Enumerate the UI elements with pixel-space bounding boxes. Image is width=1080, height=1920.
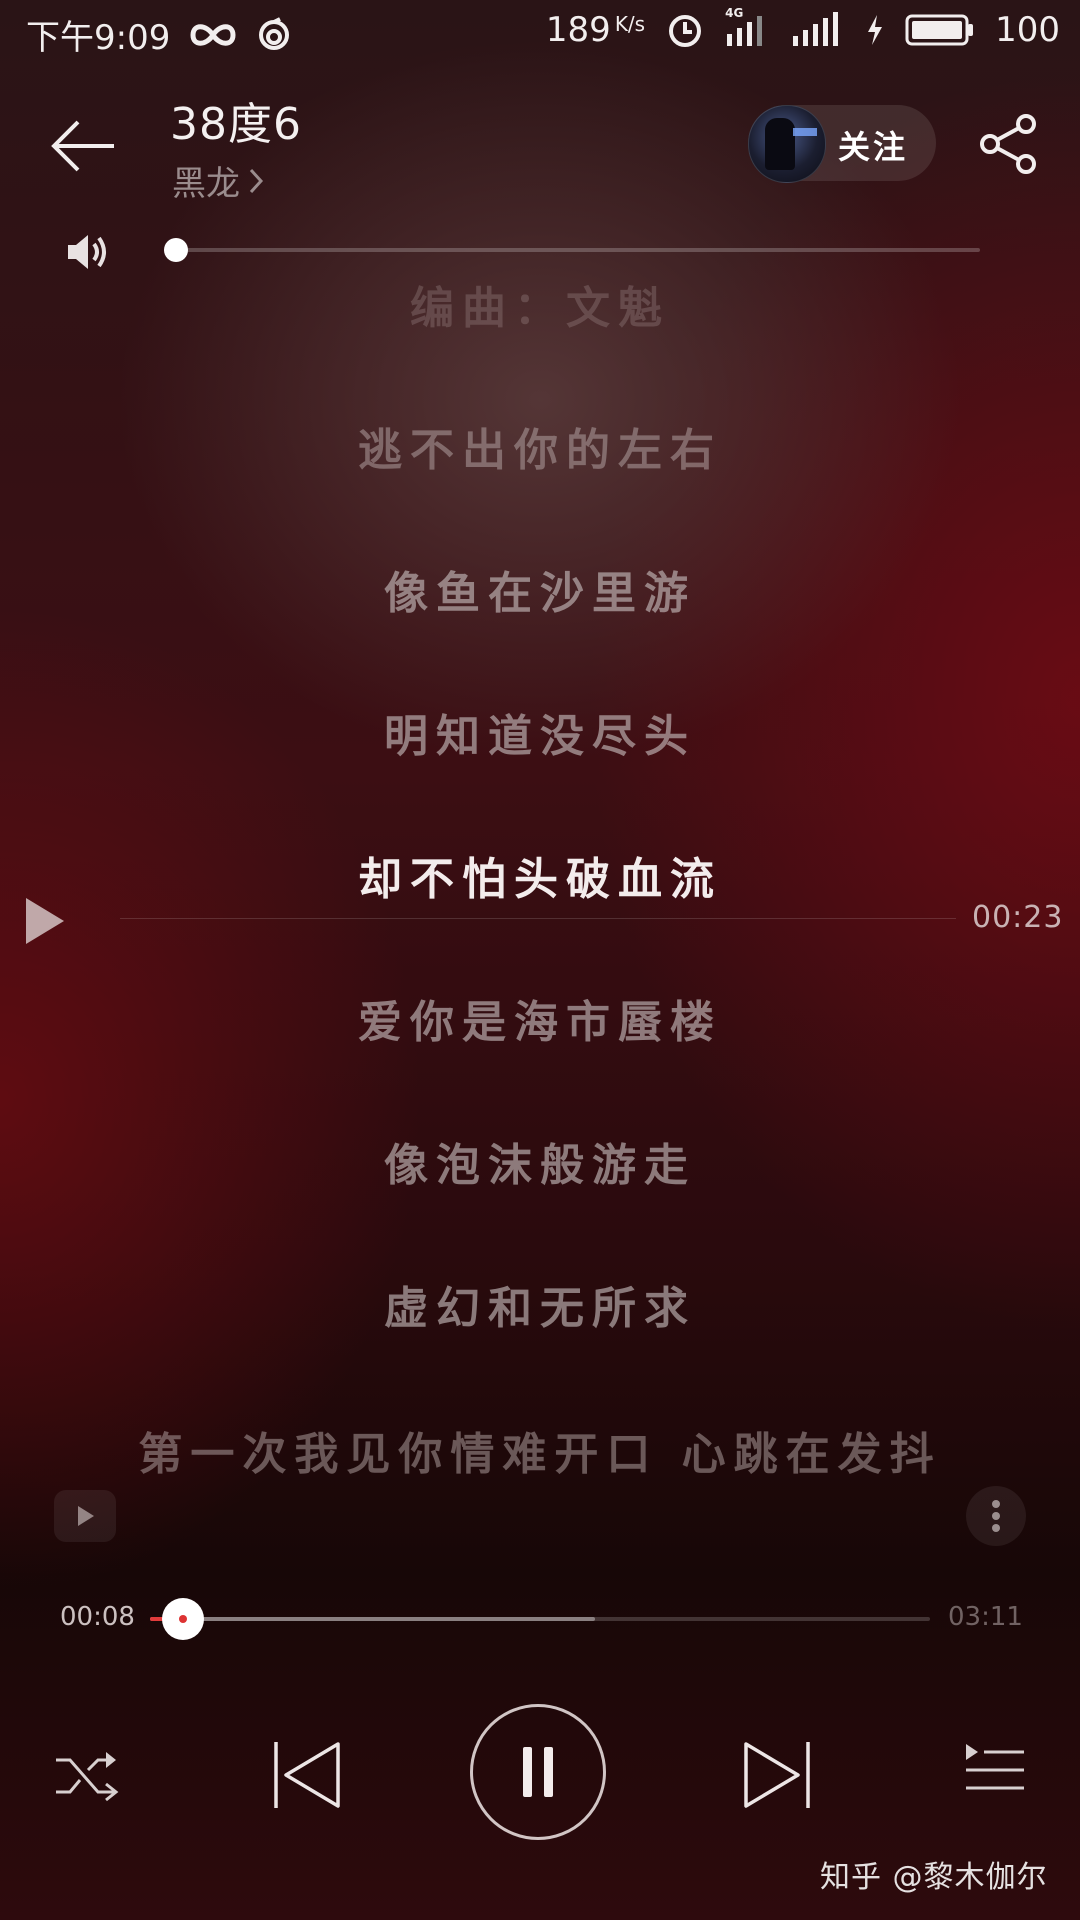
follow-label[interactable]: 关注 <box>838 122 908 168</box>
lyric-line-current: 却不怕头破血流 <box>358 854 722 905</box>
lyric-line: 爱你是海市蜃楼 <box>358 997 722 1048</box>
artist-avatar[interactable] <box>748 105 826 183</box>
status-time: 下午9:09 <box>26 18 171 58</box>
artist-name: 黑龙 <box>172 164 240 204</box>
signal-4g-icon: 4G <box>725 6 771 48</box>
volume-thumb[interactable] <box>164 238 188 262</box>
charging-icon <box>865 13 885 47</box>
previous-button[interactable] <box>272 1738 344 1812</box>
share-button[interactable] <box>978 112 1042 176</box>
play-icon <box>26 898 64 944</box>
playlist-icon <box>966 1744 1024 1790</box>
total-time: 03:11 <box>948 1602 1023 1632</box>
lyric-line: 像泡沫般游走 <box>384 1140 696 1191</box>
playlist-button[interactable] <box>964 1742 1026 1800</box>
lyric-line: 明知道没尽头 <box>384 711 696 762</box>
alarm-icon <box>665 10 705 50</box>
net-speed-value: 189 <box>545 10 611 50</box>
more-vertical-icon <box>992 1500 1000 1532</box>
volume-icon[interactable] <box>66 232 110 272</box>
net-speed-unit: K/s <box>614 12 646 36</box>
lyric-line: 逃不出你的左右 <box>358 425 722 476</box>
skip-previous-icon <box>274 1742 340 1808</box>
status-right: 189 K/s 4G 100 <box>546 6 1060 50</box>
network-type: 4G <box>725 6 744 20</box>
pause-icon <box>523 1747 553 1797</box>
chevron-right-icon <box>249 168 264 193</box>
watermark: 知乎 @黎木伽尔 <box>820 1860 1048 1895</box>
infinity-icon <box>188 20 238 50</box>
more-button[interactable] <box>966 1486 1026 1546</box>
status-left: 下午9:09 <box>26 10 292 59</box>
progress-thumb[interactable] <box>161 1598 204 1640</box>
lyric-line: 编曲：文魁 <box>410 283 670 334</box>
artist-link[interactable]: 黑龙 <box>172 156 264 205</box>
volume-slider[interactable] <box>164 248 980 252</box>
current-time: 00:08 <box>60 1602 135 1632</box>
lyric-seek-line <box>120 918 956 919</box>
battery-level: 100 <box>995 10 1060 50</box>
status-bar: 下午9:09 189 K/s 4G 100 <box>0 0 1080 64</box>
next-button[interactable] <box>740 1738 812 1812</box>
signal-icon <box>791 12 845 48</box>
back-button[interactable] <box>48 110 120 182</box>
play-icon <box>78 1506 94 1526</box>
progress-buffer <box>150 1617 595 1621</box>
lyric-line: 像鱼在沙里游 <box>384 568 696 619</box>
skip-next-icon <box>744 1742 810 1808</box>
sync-icon <box>256 16 292 53</box>
lyric-line: 虚幻和无所求 <box>384 1283 696 1334</box>
lyric-seek-time: 00:23 <box>972 900 1064 935</box>
video-play-button[interactable] <box>54 1490 116 1542</box>
lyric-line: 第一次我见你情难开口 心跳在发抖 <box>138 1429 942 1480</box>
lyric-seek-play-button[interactable] <box>24 896 68 946</box>
shuffle-icon <box>56 1752 119 1802</box>
song-title: 38度6 <box>170 99 302 150</box>
share-icon <box>980 114 1036 174</box>
net-speed: 189 K/s <box>546 10 645 50</box>
pause-button[interactable] <box>470 1704 606 1840</box>
battery-icon <box>905 12 975 48</box>
shuffle-button[interactable] <box>54 1746 120 1806</box>
back-arrow-icon <box>51 120 114 172</box>
